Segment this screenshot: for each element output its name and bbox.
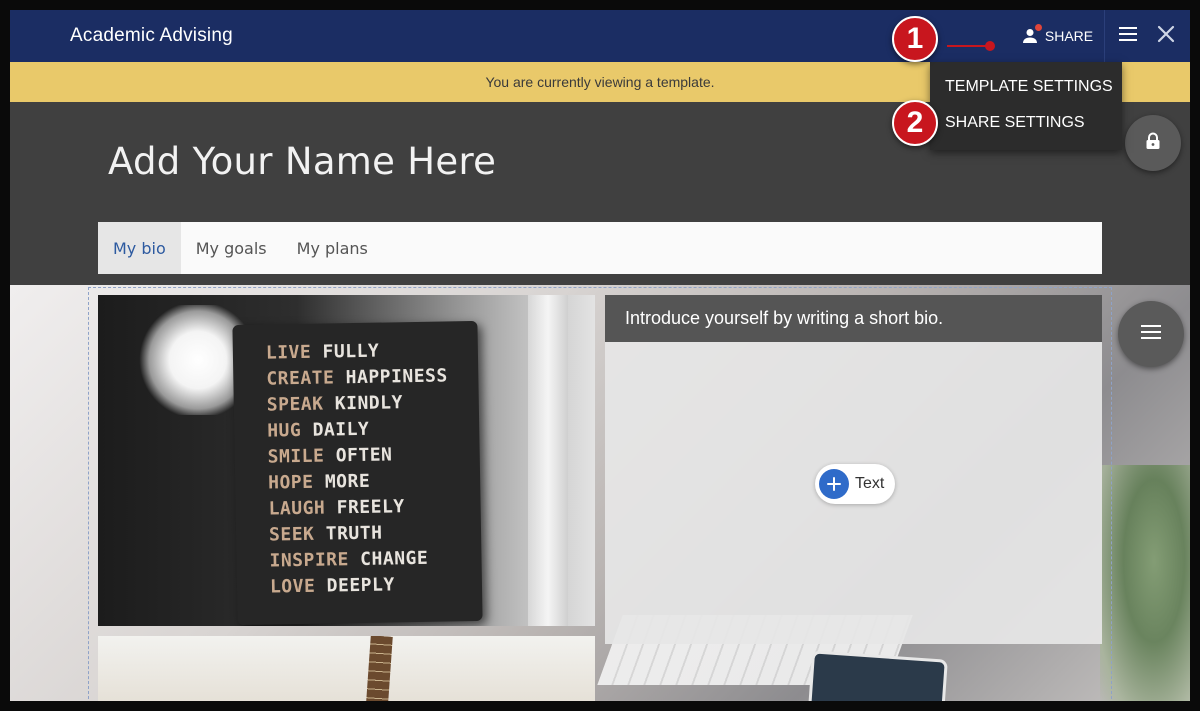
close-button[interactable]: [1154, 24, 1178, 48]
menu-item-share-settings[interactable]: SHARE SETTINGS: [945, 114, 1085, 132]
lock-button[interactable]: [1125, 115, 1181, 171]
close-icon: [1157, 25, 1175, 48]
callout-badge-2: 2: [892, 100, 938, 146]
callout-pointer-dot: [985, 41, 995, 51]
add-text-label: Text: [855, 475, 885, 492]
page-title[interactable]: Add Your Name Here: [108, 140, 496, 183]
book-line: LIVE FULLY: [265, 340, 380, 364]
book-line: SPEAK KINDLY: [266, 392, 404, 416]
guitar-neck: [365, 636, 393, 701]
tab-my-bio[interactable]: My bio: [98, 222, 181, 274]
app-window: Academic Advising SHARE You are currentl…: [10, 10, 1190, 701]
background-phone: [808, 650, 948, 701]
bio-prompt-header: Introduce yourself by writing a short bi…: [605, 295, 1102, 342]
callout-pointer-line: [947, 45, 989, 47]
background-plant: [1100, 465, 1190, 701]
plus-icon: [819, 469, 849, 499]
add-text-button[interactable]: Text: [815, 464, 895, 504]
list-icon: [1141, 324, 1161, 344]
menu-button[interactable]: [1116, 24, 1140, 48]
bio-prompt-text: Introduce yourself by writing a short bi…: [625, 308, 944, 328]
tab-bar: My bio My goals My plans: [98, 222, 1102, 274]
page-menu-button[interactable]: [1118, 301, 1184, 367]
book-line: HUG DAILY: [267, 418, 370, 442]
template-banner-text: You are currently viewing a template.: [485, 74, 715, 90]
photo-pillar: [528, 295, 568, 626]
lock-icon: [1145, 132, 1161, 155]
second-photo[interactable]: [98, 636, 595, 701]
book-line: HOPE MORE: [267, 470, 371, 494]
book-line: SEEK TRUTH: [268, 522, 383, 546]
settings-dropdown: TEMPLATE SETTINGS SHARE SETTINGS: [930, 62, 1122, 150]
book-line: LAUGH FREELY: [268, 496, 405, 520]
tab-my-plans[interactable]: My plans: [282, 222, 383, 274]
quote-book: LIVE FULLY CREATE HAPPINESS SPEAK KINDLY…: [232, 320, 483, 626]
menu-item-template-settings[interactable]: TEMPLATE SETTINGS: [945, 78, 1113, 96]
notification-dot: [1034, 24, 1042, 31]
bio-photo[interactable]: LIVE FULLY CREATE HAPPINESS SPEAK KINDLY…: [98, 295, 595, 626]
tab-my-goals[interactable]: My goals: [181, 222, 282, 274]
app-title: Academic Advising: [70, 25, 233, 46]
share-label: SHARE: [1044, 28, 1094, 44]
book-line: INSPIRE CHANGE: [269, 547, 429, 572]
book-line: CREATE HAPPINESS: [266, 365, 448, 390]
hamburger-icon: [1119, 26, 1137, 46]
callout-badge-1: 1: [892, 16, 938, 62]
share-button[interactable]: SHARE: [1010, 10, 1105, 62]
user-icon: [1021, 24, 1042, 45]
book-line: SMILE OFTEN: [267, 444, 393, 468]
book-line: LOVE DEEPLY: [269, 574, 395, 598]
top-bar: Academic Advising SHARE: [10, 10, 1190, 62]
